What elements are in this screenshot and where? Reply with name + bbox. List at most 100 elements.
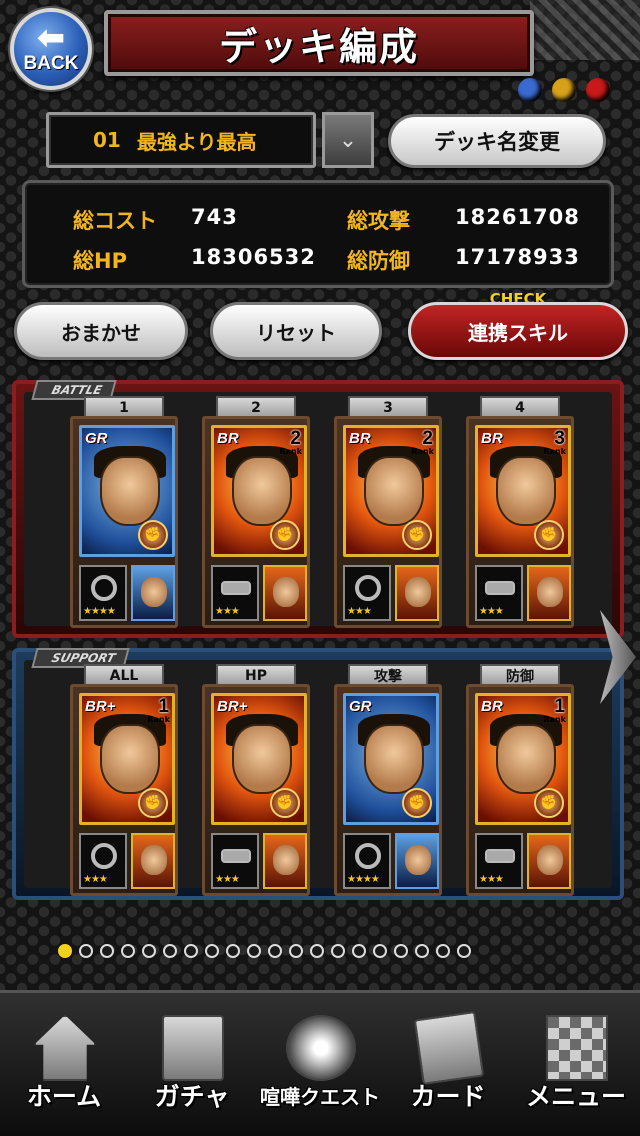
equipment-stars: ★★★★ bbox=[347, 874, 380, 885]
nav-quest[interactable]: 喧嘩クエスト bbox=[256, 993, 384, 1136]
equipment-slot[interactable]: ★★★ bbox=[343, 565, 391, 621]
sub-card-portrait bbox=[141, 845, 167, 875]
chain-decoration bbox=[530, 0, 640, 60]
back-button[interactable]: ⬅ BACK bbox=[10, 8, 92, 90]
equipment-stars: ★★★ bbox=[83, 874, 108, 885]
nav-menu[interactable]: メニュー bbox=[512, 993, 640, 1136]
page-dot[interactable] bbox=[205, 944, 219, 958]
chevron-down-icon: ⌄ bbox=[338, 127, 358, 153]
page-dot[interactable] bbox=[310, 944, 324, 958]
sub-card-portrait bbox=[273, 577, 299, 607]
sub-card-slot[interactable] bbox=[395, 833, 439, 889]
page-title: デッキ編成 bbox=[218, 24, 419, 69]
page-dot[interactable] bbox=[79, 944, 93, 958]
gold-orb-icon bbox=[552, 78, 576, 102]
page-dot[interactable] bbox=[58, 944, 72, 958]
rarity-badge: BR bbox=[217, 430, 239, 447]
card-slot[interactable]: BR+ ✊ ★★★ bbox=[202, 684, 310, 896]
slot-tab: ALL bbox=[84, 664, 164, 686]
page-dot[interactable] bbox=[331, 944, 345, 958]
deck-dropdown-button[interactable]: ⌄ bbox=[322, 112, 374, 168]
battle-panel: BATTLE 1 GR ✊ ★★★★ 2 BR 2 Rank ✊ ★★★ 3 BR 2 Rank ✊ ★★★ 4… bbox=[12, 380, 624, 638]
card-slot[interactable]: BR 1 Rank ✊ ★★★ bbox=[466, 684, 574, 896]
rarity-badge: BR bbox=[481, 698, 503, 715]
nav-home[interactable]: ホーム bbox=[0, 993, 128, 1136]
page-dot[interactable] bbox=[247, 944, 261, 958]
page-dot[interactable] bbox=[289, 944, 303, 958]
character-card[interactable]: BR 2 Rank ✊ bbox=[343, 425, 439, 557]
orb-decoration bbox=[518, 78, 610, 102]
deck-number: 01 bbox=[93, 128, 121, 152]
fist-icon: ✊ bbox=[138, 520, 168, 550]
rarity-badge: BR+ bbox=[217, 698, 248, 715]
rank-label: Rank bbox=[543, 447, 566, 456]
page-dot[interactable] bbox=[268, 944, 282, 958]
auto-button[interactable]: おまかせ bbox=[14, 302, 188, 360]
nav-card[interactable]: カード bbox=[384, 993, 512, 1136]
card-slot[interactable]: BR 2 Rank ✊ ★★★ bbox=[202, 416, 310, 628]
reset-button[interactable]: リセット bbox=[210, 302, 382, 360]
card-slot[interactable]: BR+ 1 Rank ✊ ★★★ bbox=[70, 684, 178, 896]
page-dot[interactable] bbox=[100, 944, 114, 958]
page-dot[interactable] bbox=[163, 944, 177, 958]
deck-selector[interactable]: 01 最強より最高 bbox=[46, 112, 316, 168]
equipment-icon bbox=[91, 843, 117, 869]
nav-menu-label: メニュー bbox=[525, 1082, 626, 1111]
character-card[interactable]: BR 2 Rank ✊ bbox=[211, 425, 307, 557]
sub-card-slot[interactable] bbox=[131, 833, 175, 889]
page-dot[interactable] bbox=[457, 944, 471, 958]
equipment-stars: ★★★★ bbox=[83, 606, 116, 617]
character-card[interactable]: BR+ 1 Rank ✊ bbox=[79, 693, 175, 825]
sub-card-portrait bbox=[273, 845, 299, 875]
sub-card-slot[interactable] bbox=[395, 565, 439, 621]
character-card[interactable]: BR 1 Rank ✊ bbox=[475, 693, 571, 825]
character-card[interactable]: BR+ ✊ bbox=[211, 693, 307, 825]
equipment-slot[interactable]: ★★★ bbox=[475, 833, 523, 889]
equipment-icon bbox=[485, 581, 515, 595]
total-cost-label: 総コスト bbox=[73, 209, 157, 233]
rename-deck-button[interactable]: デッキ名変更 bbox=[388, 114, 606, 168]
page-dot[interactable] bbox=[415, 944, 429, 958]
equipment-slot[interactable]: ★★★ bbox=[211, 565, 259, 621]
card-slot[interactable]: BR 2 Rank ✊ ★★★ bbox=[334, 416, 442, 628]
sub-card-slot[interactable] bbox=[263, 833, 307, 889]
total-cost-value: 743 bbox=[191, 205, 238, 229]
rarity-badge: BR+ bbox=[85, 698, 116, 715]
fist-icon: ✊ bbox=[138, 788, 168, 818]
equipment-icon bbox=[221, 581, 251, 595]
equipment-slot[interactable]: ★★★★ bbox=[343, 833, 391, 889]
page-dot[interactable] bbox=[142, 944, 156, 958]
character-portrait bbox=[100, 456, 160, 526]
sub-card-portrait bbox=[141, 577, 167, 607]
page-dot[interactable] bbox=[373, 944, 387, 958]
character-card[interactable]: GR ✊ bbox=[79, 425, 175, 557]
page-dot[interactable] bbox=[436, 944, 450, 958]
equipment-slot[interactable]: ★★★ bbox=[211, 833, 259, 889]
page-dot[interactable] bbox=[184, 944, 198, 958]
character-portrait bbox=[496, 456, 556, 526]
slot-tab: 2 bbox=[216, 396, 296, 418]
card-slot[interactable]: GR ✊ ★★★★ bbox=[334, 684, 442, 896]
title-plate: デッキ編成 bbox=[104, 10, 534, 76]
equipment-slot[interactable]: ★★★ bbox=[475, 565, 523, 621]
page-dot[interactable] bbox=[394, 944, 408, 958]
equipment-slot[interactable]: ★★★ bbox=[79, 833, 127, 889]
nav-card-label: カード bbox=[410, 1082, 486, 1111]
character-card[interactable]: GR ✊ bbox=[343, 693, 439, 825]
character-card[interactable]: BR 3 Rank ✊ bbox=[475, 425, 571, 557]
sub-card-slot[interactable] bbox=[131, 565, 175, 621]
card-slot[interactable]: GR ✊ ★★★★ bbox=[70, 416, 178, 628]
page-dot[interactable] bbox=[226, 944, 240, 958]
sub-card-slot[interactable] bbox=[527, 833, 571, 889]
card-slot[interactable]: BR 3 Rank ✊ ★★★ bbox=[466, 416, 574, 628]
sub-card-slot[interactable] bbox=[263, 565, 307, 621]
sub-card-slot[interactable] bbox=[527, 565, 571, 621]
link-skill-button[interactable]: 連携スキル bbox=[408, 302, 628, 360]
nav-quest-label: 喧嘩クエスト bbox=[260, 1085, 380, 1109]
equipment-slot[interactable]: ★★★★ bbox=[79, 565, 127, 621]
nav-gacha[interactable]: ガチャ bbox=[128, 993, 256, 1136]
page-dot[interactable] bbox=[352, 944, 366, 958]
equipment-stars: ★★★ bbox=[479, 874, 504, 885]
slot-tab: HP bbox=[216, 664, 296, 686]
page-dot[interactable] bbox=[121, 944, 135, 958]
